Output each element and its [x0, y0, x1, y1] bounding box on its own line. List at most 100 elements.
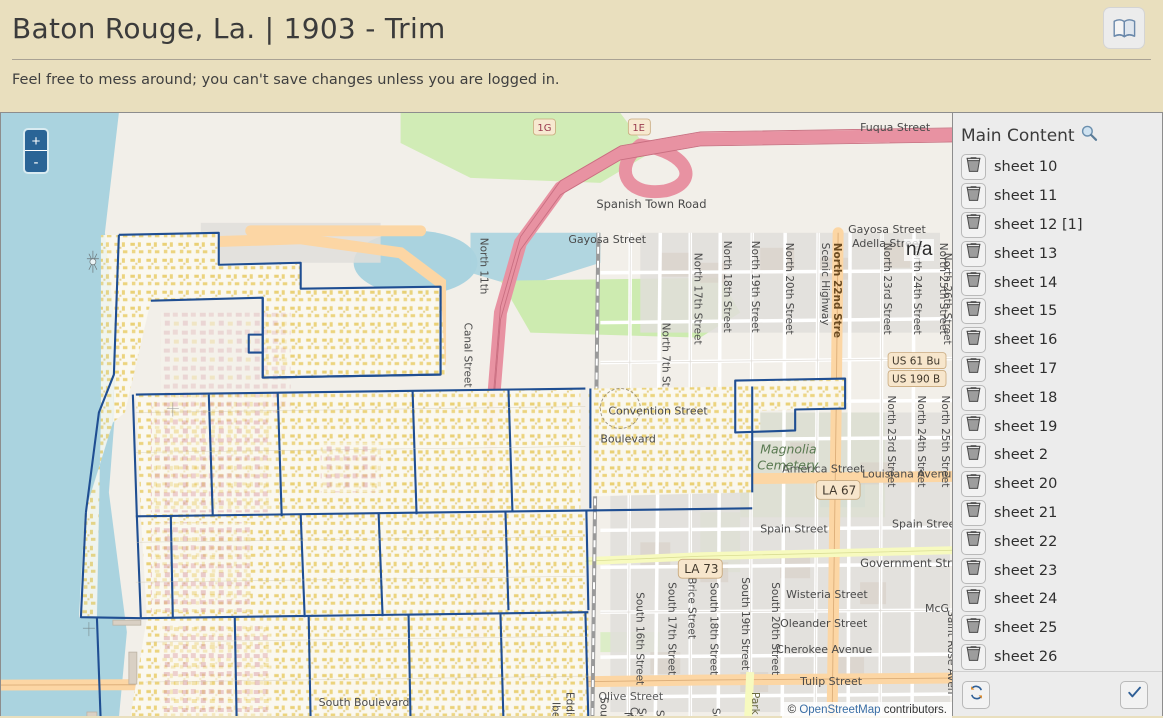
confirm-button[interactable] — [1120, 681, 1148, 709]
delete-sheet-button[interactable] — [961, 615, 986, 641]
svg-text:North 24th Street: North 24th Street — [915, 396, 927, 488]
delete-sheet-button[interactable] — [961, 644, 986, 670]
svg-text:North 26th Street: North 26th Street — [941, 253, 952, 345]
svg-text:1E: 1E — [632, 123, 645, 134]
svg-text:North 17th Street: North 17th Street — [691, 253, 703, 345]
svg-text:Spain Street: Spain Street — [760, 522, 828, 535]
svg-text:US 61 Bu: US 61 Bu — [892, 356, 940, 368]
svg-text:Fuqua Street: Fuqua Street — [860, 121, 931, 134]
sheet-list-item[interactable]: sheet 2 — [961, 441, 1162, 470]
sheet-list[interactable]: sheet 10 sheet 11 sheet 12 [1] sheet 13 … — [953, 153, 1162, 671]
svg-text:North 7th St: North 7th St — [659, 323, 671, 387]
sheet-list-item[interactable]: sheet 18 — [961, 383, 1162, 412]
zoom-controls[interactable]: + - — [23, 128, 49, 174]
sheet-list-item[interactable]: sheet 12 [1] — [961, 211, 1162, 240]
svg-text:Canal Street: Canal Street — [462, 323, 474, 388]
sheet-label: sheet 19 — [994, 419, 1057, 435]
refresh-icon — [968, 684, 985, 706]
header-divider — [12, 59, 1151, 60]
trash-icon — [966, 358, 981, 379]
sheet-list-item[interactable]: sheet 26 — [961, 643, 1162, 671]
delete-sheet-button[interactable] — [961, 241, 986, 267]
sheet-list-item[interactable]: sheet 16 — [961, 326, 1162, 355]
svg-text:Eddie Rob: Eddie Rob — [563, 692, 575, 718]
svg-text:Spanish Town Road: Spanish Town Road — [596, 197, 706, 211]
svg-text:Cherokee Avenue: Cherokee Avenue — [776, 643, 872, 656]
trash-icon — [966, 589, 981, 610]
sheet-label: sheet 20 — [994, 476, 1057, 492]
sheet-list-item[interactable]: sheet 22 — [961, 527, 1162, 556]
sheet-list-item[interactable]: sheet 19 — [961, 412, 1162, 441]
map-canvas[interactable]: Spanish Town Road Gayosa Street Gayosa S… — [1, 113, 952, 718]
trash-icon — [966, 560, 981, 581]
svg-text:Gayosa Street: Gayosa Street — [568, 233, 646, 246]
sheet-label: sheet 15 — [994, 303, 1057, 319]
svg-text:South 18th Street: South 18th Street — [707, 582, 719, 675]
refresh-button[interactable] — [962, 681, 990, 709]
sheet-label: sheet 24 — [994, 591, 1057, 607]
sheet-label: sheet 16 — [994, 332, 1057, 348]
sheet-label: sheet 11 — [994, 188, 1057, 204]
page-header: Baton Rouge, La. | 1903 - Trim Feel free… — [0, 0, 1163, 88]
delete-sheet-button[interactable] — [961, 586, 986, 612]
sidebar-footer — [953, 671, 1162, 718]
delete-sheet-button[interactable] — [961, 183, 986, 209]
svg-text:Louisiana Avenue: Louisiana Avenue — [862, 467, 952, 480]
sheet-list-item[interactable]: sheet 13 — [961, 239, 1162, 268]
delete-sheet-button[interactable] — [961, 270, 986, 296]
svg-text:1G: 1G — [537, 123, 551, 134]
sidebar-title: Main Content — [961, 126, 1075, 146]
svg-text:South 16th Street: South 16th Street — [633, 592, 645, 685]
book-button[interactable] — [1103, 7, 1145, 49]
sheet-label: sheet 14 — [994, 275, 1057, 291]
trash-icon — [966, 186, 981, 207]
svg-text:South 14th Street: South 14th Street — [597, 697, 609, 718]
zoom-out-button[interactable]: - — [25, 151, 47, 172]
sheet-list-item[interactable]: sheet 14 — [961, 268, 1162, 297]
trash-icon — [966, 272, 981, 293]
zoom-in-button[interactable]: + — [25, 130, 47, 151]
svg-text:North 11th: North 11th — [477, 238, 489, 295]
svg-text:Brice Street: Brice Street — [685, 577, 697, 639]
svg-text:Convention Street: Convention Street — [608, 405, 708, 418]
sheet-list-item[interactable]: sheet 15 — [961, 297, 1162, 326]
openstreetmap-link[interactable]: OpenStreetMap — [799, 704, 880, 716]
sheet-list-item[interactable]: sheet 21 — [961, 499, 1162, 528]
delete-sheet-button[interactable] — [961, 356, 986, 382]
app-root: Baton Rouge, La. | 1903 - Trim Feel free… — [0, 0, 1163, 718]
delete-sheet-button[interactable] — [961, 327, 986, 353]
delete-sheet-button[interactable] — [961, 529, 986, 555]
svg-text:Gayosa Street: Gayosa Street — [848, 223, 926, 236]
svg-text:Scenic Highway: Scenic Highway — [819, 243, 831, 326]
sheet-list-item[interactable]: sheet 25 — [961, 614, 1162, 643]
sheet-list-item[interactable]: sheet 17 — [961, 355, 1162, 384]
map-panel[interactable]: Spanish Town Road Gayosa Street Gayosa S… — [0, 112, 952, 718]
delete-sheet-button[interactable] — [961, 298, 986, 324]
trash-icon — [966, 474, 981, 495]
sheet-label: sheet 26 — [994, 649, 1057, 665]
delete-sheet-button[interactable] — [961, 442, 986, 468]
map-na-label: n/a — [904, 239, 934, 261]
trash-icon — [966, 618, 981, 639]
sheet-label: sheet 2 — [994, 447, 1048, 463]
sheet-label: sheet 17 — [994, 361, 1057, 377]
svg-text:North 19th Street: North 19th Street — [749, 241, 761, 333]
delete-sheet-button[interactable] — [961, 414, 986, 440]
sheet-list-item[interactable]: sheet 20 — [961, 470, 1162, 499]
map-attribution: © OpenStreetMap contributors. — [782, 702, 952, 718]
trash-icon — [966, 301, 981, 322]
sheet-list-item[interactable]: sheet 23 — [961, 556, 1162, 585]
delete-sheet-button[interactable] — [961, 500, 986, 526]
search-icon[interactable] — [1080, 124, 1098, 147]
delete-sheet-button[interactable] — [961, 212, 986, 238]
delete-sheet-button[interactable] — [961, 154, 986, 180]
delete-sheet-button[interactable] — [961, 385, 986, 411]
delete-sheet-button[interactable] — [961, 558, 986, 584]
delete-sheet-button[interactable] — [961, 471, 986, 497]
sheet-list-item[interactable]: sheet 10 — [961, 153, 1162, 182]
trash-icon — [966, 445, 981, 466]
trash-icon — [966, 214, 981, 235]
sheet-list-item[interactable]: sheet 24 — [961, 585, 1162, 614]
sheet-list-item[interactable]: sheet 11 — [961, 182, 1162, 211]
svg-text:LA 73: LA 73 — [684, 562, 718, 576]
